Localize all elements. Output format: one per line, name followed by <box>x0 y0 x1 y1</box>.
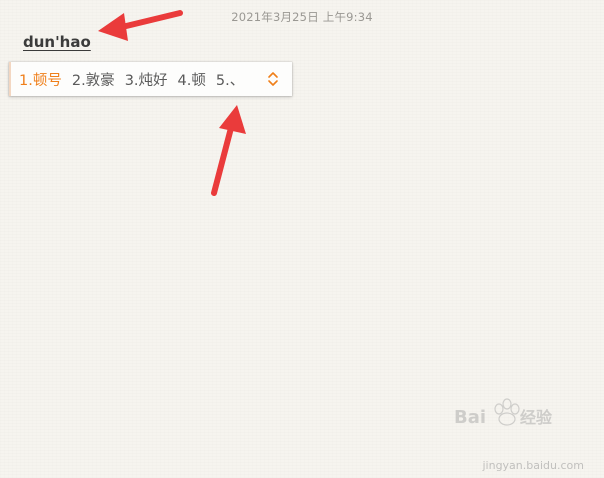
candidate-4[interactable]: 4.顿 <box>178 69 206 90</box>
chevron-up-down-icon[interactable] <box>266 70 280 88</box>
candidate-2[interactable]: 2.敦豪 <box>72 69 115 90</box>
candidate-list: 1.顿号 2.敦豪 3.炖好 4.顿 5.、 <box>19 69 254 90</box>
baidu-jingyan-watermark: Bai 经验 <box>454 398 553 428</box>
watermark-url: jingyan.baidu.com <box>482 459 584 472</box>
candidate-3[interactable]: 3.炖好 <box>125 69 168 90</box>
svg-text:Bai: Bai <box>454 407 486 428</box>
note-timestamp: 2021年3月25日 上午9:34 <box>231 10 373 24</box>
candidate-bar-edge <box>9 62 11 96</box>
ime-composition-text: dun'hao <box>23 33 91 51</box>
ime-candidate-bar: 1.顿号 2.敦豪 3.炖好 4.顿 5.、 <box>9 62 292 96</box>
svg-text:经验: 经验 <box>520 408 553 427</box>
candidate-1[interactable]: 1.顿号 <box>19 69 62 90</box>
candidate-5[interactable]: 5.、 <box>216 69 244 90</box>
